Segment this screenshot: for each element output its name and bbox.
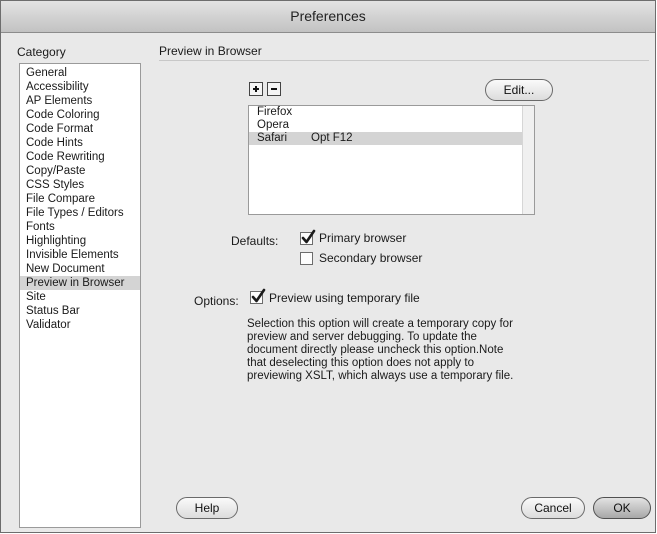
- category-item[interactable]: Fonts: [20, 220, 140, 234]
- category-list[interactable]: General Accessibility AP Elements Code Colo…: [19, 63, 141, 528]
- checkmark-icon: [301, 229, 316, 244]
- browser-list-item[interactable]: Firefox: [249, 106, 534, 119]
- category-item[interactable]: AP Elements: [20, 94, 140, 108]
- browser-list[interactable]: Firefox Opera Safari Opt F12: [248, 105, 535, 215]
- category-item[interactable]: File Types / Editors: [20, 206, 140, 220]
- checkmark-icon: [251, 288, 266, 303]
- primary-browser-checkbox[interactable]: [300, 229, 316, 245]
- options-label: Options:: [194, 294, 239, 308]
- cancel-button[interactable]: Cancel: [521, 497, 585, 519]
- preview-temp-file-label[interactable]: Preview using temporary file: [269, 291, 420, 305]
- category-item[interactable]: Validator: [20, 318, 140, 332]
- panel-title: Preview in Browser: [159, 44, 262, 58]
- browser-list-item[interactable]: Safari Opt F12: [249, 132, 534, 145]
- category-item[interactable]: Code Coloring: [20, 108, 140, 122]
- preferences-window: Preferences Category Preview in Browser …: [0, 0, 656, 533]
- remove-browser-button[interactable]: [267, 82, 281, 96]
- add-browser-button[interactable]: [249, 82, 263, 96]
- category-item[interactable]: Highlighting: [20, 234, 140, 248]
- category-item[interactable]: Copy/Paste: [20, 164, 140, 178]
- preview-temp-file-checkbox[interactable]: [250, 288, 266, 304]
- defaults-label: Defaults:: [231, 234, 279, 248]
- category-item[interactable]: Status Bar: [20, 304, 140, 318]
- description-line: that deselecting this option does not ap…: [247, 357, 474, 369]
- description-line: preview and server debugging. To update …: [247, 331, 477, 343]
- category-label: Category: [17, 45, 66, 59]
- panel-title-divider: [159, 60, 649, 61]
- help-button[interactable]: Help: [176, 497, 238, 519]
- window-title: Preferences: [1, 1, 655, 33]
- category-item[interactable]: CSS Styles: [20, 178, 140, 192]
- browser-name: Opera: [257, 119, 289, 131]
- primary-browser-label[interactable]: Primary browser: [319, 231, 406, 245]
- browser-name: Safari: [257, 132, 288, 144]
- secondary-browser-checkbox[interactable]: [300, 252, 313, 265]
- category-item[interactable]: Accessibility: [20, 80, 140, 94]
- description-line: document directly please uncheck this op…: [247, 344, 504, 356]
- option-description: Selection this option will create a temp…: [247, 318, 557, 383]
- edit-button[interactable]: Edit...: [485, 79, 553, 101]
- category-item[interactable]: General: [20, 66, 140, 80]
- browser-name: Firefox: [257, 106, 293, 118]
- category-item[interactable]: File Compare: [20, 192, 140, 206]
- description-line: Selection this option will create a temp…: [247, 318, 513, 330]
- category-item[interactable]: Site: [20, 290, 140, 304]
- category-item[interactable]: Code Hints: [20, 136, 140, 150]
- browser-list-scrollbar[interactable]: [522, 106, 534, 214]
- ok-button[interactable]: OK: [593, 497, 651, 519]
- category-item[interactable]: New Document: [20, 262, 140, 276]
- category-item[interactable]: Code Format: [20, 122, 140, 136]
- category-item[interactable]: Preview in Browser: [20, 276, 140, 290]
- category-item[interactable]: Invisible Elements: [20, 248, 140, 262]
- description-line: previewing XSLT, which always use a temp…: [247, 370, 514, 382]
- browser-list-item[interactable]: Opera: [249, 119, 534, 132]
- browser-shortcut: Opt F12: [311, 132, 353, 144]
- secondary-browser-label[interactable]: Secondary browser: [319, 251, 422, 265]
- category-item[interactable]: Code Rewriting: [20, 150, 140, 164]
